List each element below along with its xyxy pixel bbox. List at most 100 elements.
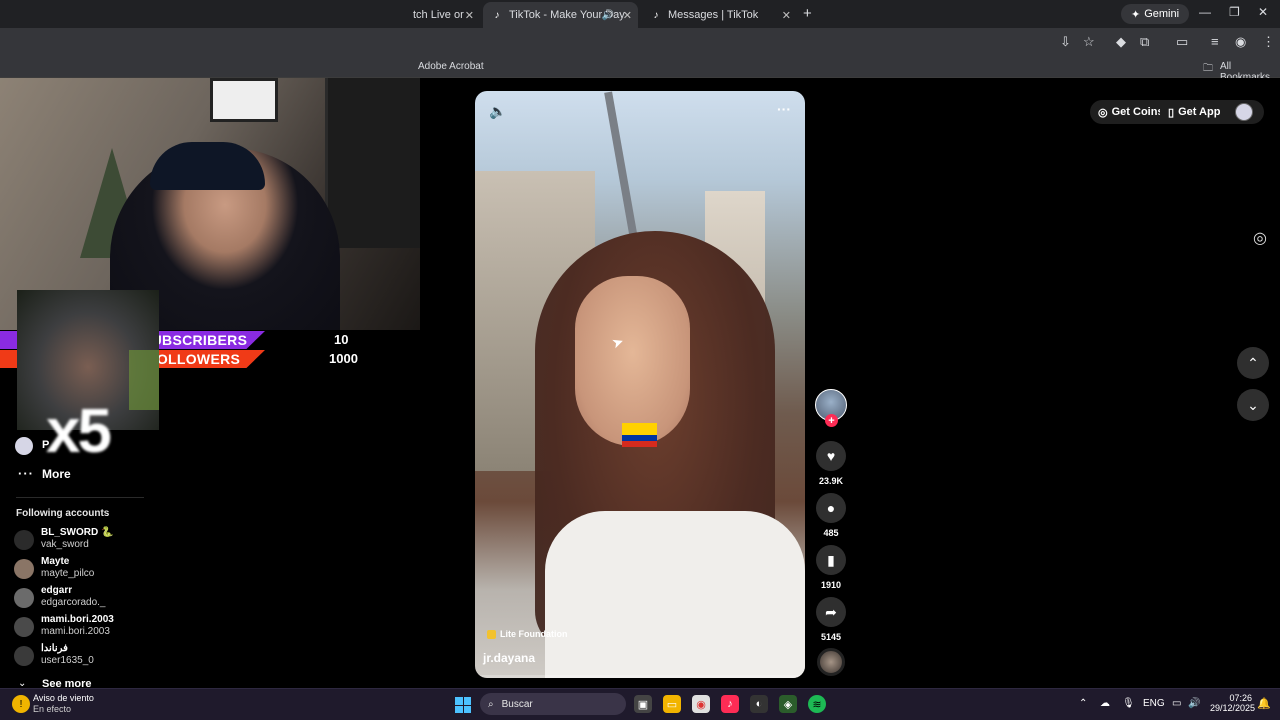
- shirt: [545, 511, 805, 678]
- profile-button[interactable]: [1228, 100, 1264, 124]
- follow-plus-icon[interactable]: +: [825, 414, 838, 427]
- spotify-icon[interactable]: ≋: [808, 695, 826, 713]
- obs-icon[interactable]: ◐: [750, 695, 768, 713]
- phone-icon: ▯: [1168, 106, 1175, 119]
- streamer-cap: [150, 142, 265, 190]
- tab-tiktok[interactable]: ♪ TikTok - Make Your Day 🔊 ✕: [483, 2, 638, 28]
- chevron-up-icon: ⌃: [1247, 354, 1259, 371]
- avatar: [14, 588, 34, 608]
- close-icon[interactable]: ✕: [623, 9, 632, 22]
- task-view-icon[interactable]: ▣: [634, 695, 652, 713]
- avatar: [1235, 103, 1253, 121]
- close-icon[interactable]: ✕: [465, 9, 474, 22]
- speaker-icon[interactable]: 🔊: [602, 10, 614, 21]
- restore-icon[interactable]: ❐: [1229, 5, 1240, 19]
- profile-avatar-icon[interactable]: [15, 437, 33, 455]
- network-icon[interactable]: ▭: [1172, 698, 1181, 709]
- share-button[interactable]: ➦: [816, 597, 846, 627]
- tiktok-icon: ♪: [494, 9, 500, 21]
- gemini-button[interactable]: ✦ Gemini: [1121, 4, 1190, 24]
- followers-label: FOLLOWERS: [148, 351, 241, 367]
- comment-button[interactable]: ●: [816, 493, 846, 523]
- volume-icon[interactable]: 🔈: [489, 103, 506, 120]
- clock[interactable]: 07:26 29/12/2025: [1210, 693, 1256, 713]
- chevron-up-icon[interactable]: ⌃: [1079, 698, 1087, 709]
- multiplier-text: x5: [46, 397, 112, 466]
- windows-start-button[interactable]: [455, 697, 471, 713]
- chevron-down-icon: ⌄: [1247, 396, 1259, 413]
- profile-avatar[interactable]: ◉: [1235, 34, 1246, 50]
- swirl-icon[interactable]: ◎: [1253, 228, 1267, 248]
- divider: [16, 497, 144, 498]
- coin-icon: ◎: [1098, 106, 1108, 119]
- file-explorer-icon[interactable]: ▭: [663, 695, 681, 713]
- sparkle-icon: ✦: [1131, 8, 1141, 21]
- like-button[interactable]: ♥: [816, 441, 846, 471]
- get-app-button[interactable]: ▯ Get App: [1160, 100, 1229, 124]
- save-button[interactable]: ▮: [816, 545, 846, 575]
- cast-icon[interactable]: ▭: [1176, 34, 1188, 50]
- following-heading: Following accounts: [16, 508, 110, 519]
- cloud-icon[interactable]: ☁: [1100, 698, 1110, 709]
- account-name: فرناندا: [41, 643, 68, 654]
- tab-messages[interactable]: ♪ Messages | TikTok ✕: [642, 4, 797, 26]
- account-name: edgarr: [41, 585, 73, 596]
- comment-icon: ●: [826, 500, 836, 516]
- list-item[interactable]: edgarr edgarcorado._: [14, 585, 174, 611]
- chrome-icon[interactable]: ◉: [692, 695, 710, 713]
- avatar: [14, 559, 34, 579]
- star-icon[interactable]: ☆: [1083, 34, 1095, 50]
- account-handle: vak_sword: [41, 539, 89, 550]
- gemini-label: Gemini: [1144, 8, 1180, 20]
- menu-icon[interactable]: ⋮: [1262, 34, 1275, 50]
- account-handle: user1635_0: [41, 655, 94, 666]
- video-username[interactable]: jr.dayana: [483, 651, 535, 665]
- tab-label: Messages | TikTok: [668, 9, 759, 21]
- volume-icon[interactable]: 🔊: [1188, 698, 1200, 709]
- next-video-button[interactable]: ⌄: [1237, 389, 1269, 421]
- account-name: mami.bori.2003: [41, 614, 114, 625]
- weather-warning-icon[interactable]: !: [12, 695, 30, 713]
- extension-icon[interactable]: ◆: [1116, 34, 1126, 50]
- list-item[interactable]: فرناندا user1635_0: [14, 643, 174, 669]
- minimize-icon[interactable]: —: [1199, 5, 1211, 19]
- video-player[interactable]: 🔈 ··· Lite Foundation jr.dayana: [475, 91, 805, 678]
- browser-tab-bar: tch Live or ✕ ♪ TikTok - Make Your Day 🔊…: [0, 0, 1280, 28]
- more-options-icon[interactable]: ···: [777, 101, 791, 117]
- account-handle: mami.bori.2003: [41, 626, 110, 637]
- close-icon[interactable]: ✕: [782, 9, 791, 22]
- list-item[interactable]: BL_SWORD 🐍 vak_sword: [14, 527, 174, 553]
- avatar: [14, 646, 34, 666]
- new-tab-button[interactable]: +: [803, 5, 812, 22]
- list-item[interactable]: Mayte mayte_pilco: [14, 556, 174, 582]
- heart-icon: ♥: [826, 448, 836, 464]
- taskbar-search[interactable]: ⌕ Buscar: [480, 693, 626, 715]
- tab-twitch[interactable]: tch Live or ✕: [405, 4, 480, 26]
- search-icon: ⌕: [488, 698, 494, 710]
- previous-video-button[interactable]: ⌃: [1237, 347, 1269, 379]
- list-item[interactable]: mami.bori.2003 mami.bori.2003: [14, 614, 174, 640]
- install-icon[interactable]: ⇩: [1060, 34, 1071, 50]
- media-icon[interactable]: ≡: [1211, 34, 1219, 49]
- date: 29/12/2025: [1210, 703, 1256, 713]
- street-pole: [604, 91, 640, 251]
- sidebar-item-more[interactable]: More: [42, 467, 71, 481]
- video-progress[interactable]: [475, 675, 805, 678]
- microphone-icon[interactable]: 🎙: [1122, 698, 1135, 709]
- more-icon: ···: [18, 466, 34, 481]
- account-name: Mayte: [41, 556, 70, 567]
- tiktok-app-icon[interactable]: ♪: [721, 695, 739, 713]
- bookmark-acrobat[interactable]: Adobe Acrobat: [418, 61, 484, 72]
- tab-label: tch Live or: [413, 9, 464, 21]
- foundation-tag[interactable]: Lite Foundation: [487, 629, 568, 639]
- language-indicator[interactable]: ENG: [1143, 698, 1165, 709]
- puzzle-icon[interactable]: ⧉: [1140, 34, 1149, 50]
- foundation-icon: [487, 629, 496, 639]
- game-icon[interactable]: ◈: [779, 695, 797, 713]
- weather-status: En efecto: [33, 704, 72, 714]
- sidebar-item-profile[interactable]: P: [42, 439, 49, 451]
- music-disc[interactable]: [817, 648, 845, 676]
- close-window-icon[interactable]: ✕: [1258, 5, 1268, 19]
- notification-icon[interactable]: 🔔: [1257, 697, 1271, 710]
- get-app-label: Get App: [1178, 106, 1221, 118]
